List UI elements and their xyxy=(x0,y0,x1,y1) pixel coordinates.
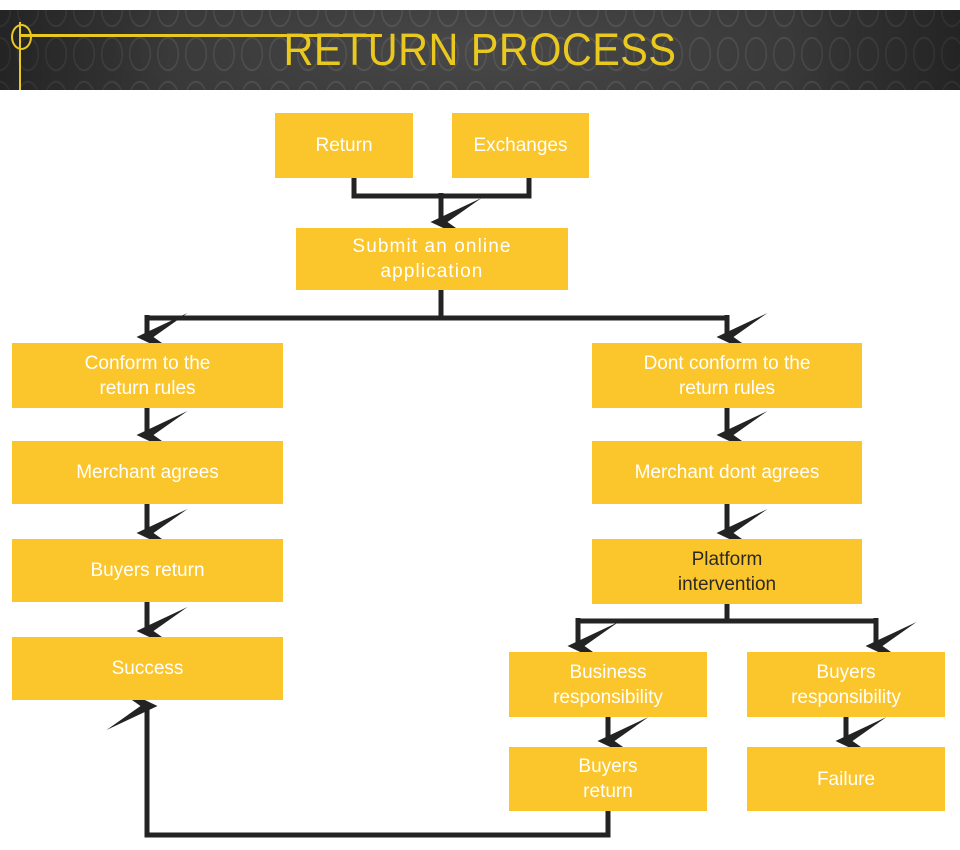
node-submit-an-online-application[interactable]: Submit an online application xyxy=(296,228,568,290)
node-merchant-agrees[interactable]: Merchant agrees xyxy=(12,441,283,504)
node-label: Merchant dont agrees xyxy=(634,462,820,483)
node-failure[interactable]: Failure xyxy=(747,747,945,811)
node-label: Return xyxy=(315,135,373,156)
node-label: Buyers responsibility xyxy=(791,661,901,708)
node-buyers-return[interactable]: Buyers return xyxy=(12,539,283,602)
node-label: Success xyxy=(111,658,184,679)
page-header: RETURN PROCESS xyxy=(0,10,960,90)
edge-return-to-submit xyxy=(351,178,441,199)
node-business-responsibility[interactable]: Business responsibility xyxy=(509,652,707,717)
node-buyers-responsibility[interactable]: Buyers responsibility xyxy=(747,652,945,717)
node-label: Conform to the return rules xyxy=(84,352,211,399)
node-label: Buyers return xyxy=(90,560,205,581)
page-title: RETURN PROCESS xyxy=(283,24,677,75)
node-label: Dont conform to the return rules xyxy=(643,352,811,399)
flowchart-canvas: RETURN PROCESS Return Exchanges Submit a… xyxy=(0,0,960,850)
header-circle-marker-icon xyxy=(11,24,32,50)
node-return[interactable]: Return xyxy=(275,113,413,178)
node-success[interactable]: Success xyxy=(12,637,283,700)
node-label: Merchant agrees xyxy=(76,462,219,483)
node-label: Exchanges xyxy=(473,135,568,156)
node-label: Failure xyxy=(816,768,876,790)
node-merchant-dont-agrees[interactable]: Merchant dont agrees xyxy=(592,441,862,504)
node-label: Business responsibility xyxy=(553,661,663,708)
node-dont-conform-to-the-return-rules[interactable]: Dont conform to the return rules xyxy=(592,343,862,408)
node-label: Submit an online application xyxy=(352,236,512,282)
edge-exchanges-to-submit xyxy=(441,178,532,199)
node-conform-to-the-return-rules[interactable]: Conform to the return rules xyxy=(12,343,283,408)
node-label: Platform intervention xyxy=(677,548,777,595)
node-platform-intervention[interactable]: Platform intervention xyxy=(592,539,862,604)
node-exchanges[interactable]: Exchanges xyxy=(452,113,589,178)
node-buyers-return-bottom[interactable]: Buyers return xyxy=(509,747,707,811)
node-label: Buyers return xyxy=(578,756,638,802)
